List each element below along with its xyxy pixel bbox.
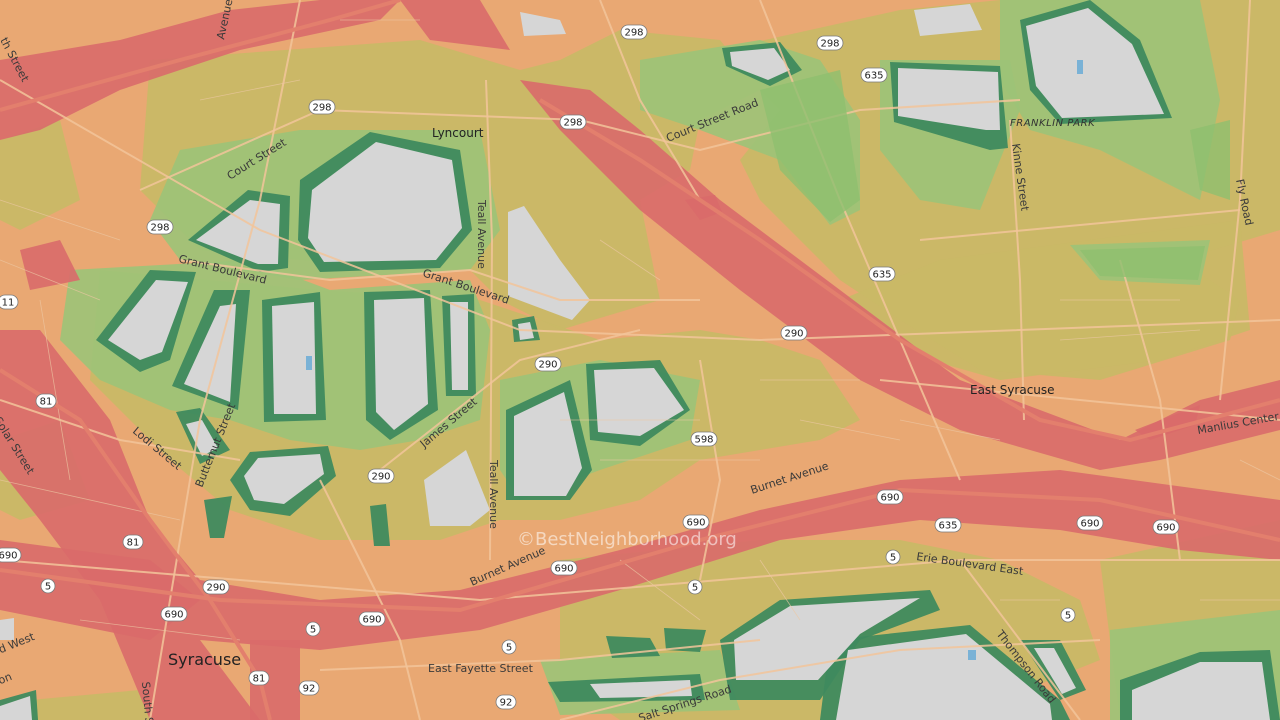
route-shield: 5 [501,639,517,655]
map-canvas[interactable]: Lyncourt East Syracuse Syracuse FRANKLIN PA… [0,0,1280,720]
route-shield-number: 690 [1156,523,1175,534]
route-shield-number: 5 [890,553,896,564]
route-shield: 5 [687,579,703,595]
route-shield: 290 [780,325,808,341]
route-shield: 690 [682,514,710,530]
route-shield: 298 [620,24,648,40]
route-shield-number: 11 [2,298,15,309]
route-shield-number: 290 [206,583,225,594]
route-shield: 5 [305,621,321,637]
route-shield: 635 [860,67,888,83]
route-shield-number: 5 [506,643,512,654]
route-shield-number: 5 [1065,611,1071,622]
route-shield-number: 290 [371,472,390,483]
route-shield-number: 298 [563,118,582,129]
route-shield-number: 5 [45,582,51,593]
route-shield-number: 635 [864,71,883,82]
route-shield-number: 690 [686,518,705,529]
route-shield-number: 81 [253,674,266,685]
route-shield-number: 598 [694,435,713,446]
route-shield-number: 81 [127,538,140,549]
route-shield-number: 690 [164,610,183,621]
route-shield: 690 [160,606,188,622]
route-shield-number: 92 [303,684,316,695]
route-shield: 92 [298,680,320,696]
route-shield-number: 690 [880,493,899,504]
route-shield: 5 [1060,607,1076,623]
route-shield: 81 [35,393,57,409]
route-shield-number: 690 [0,551,18,562]
place-label: Lyncourt [432,126,484,140]
route-shield: 290 [534,356,562,372]
route-shield: 690 [550,560,578,576]
park-label: FRANKLIN PARK [1010,118,1096,129]
watermark-text: ©BestNeighborhood.org [517,529,737,550]
route-shield-number: 5 [692,583,698,594]
route-shield-number: 298 [820,39,839,50]
route-shield-number: 290 [538,360,557,371]
route-shield-number: 690 [362,615,381,626]
route-shield-number: 5 [310,625,316,636]
route-shield: 635 [868,266,896,282]
route-shield: 5 [885,549,901,565]
route-shield-number: 635 [938,521,957,532]
route-shield: 298 [559,114,587,130]
route-shield: 81 [122,534,144,550]
route-shield: 11 [0,294,19,310]
place-label: Syracuse [168,650,241,669]
route-shield-number: 690 [554,564,573,575]
route-shield: 690 [876,489,904,505]
route-shield: 298 [816,35,844,51]
route-shield-number: 298 [624,28,643,39]
route-shield: 298 [308,99,336,115]
route-shield: 81 [248,670,270,686]
route-shield: 635 [934,517,962,533]
road-label: Teall Avenue [475,199,488,269]
road-label: Teall Avenue [487,459,500,529]
route-shield: 290 [367,468,395,484]
route-shield-number: 298 [150,223,169,234]
route-shield: 5 [40,578,56,594]
route-shield-number: 690 [1080,519,1099,530]
route-shield: 92 [495,694,517,710]
place-label: East Syracuse [970,383,1055,397]
route-shield: 690 [1152,519,1180,535]
route-shield-number: 635 [872,270,891,281]
neighborhood-score-map[interactable]: Lyncourt East Syracuse Syracuse FRANKLIN PA… [0,0,1280,720]
route-shield: 690 [1076,515,1104,531]
route-shield-number: 92 [500,698,513,709]
route-shield: 290 [202,579,230,595]
route-shield-number: 290 [784,329,803,340]
route-shield: 598 [690,431,718,447]
route-shield-number: 81 [40,397,53,408]
route-shield: 298 [146,219,174,235]
route-shield-number: 298 [312,103,331,114]
route-shield: 690 [358,611,386,627]
route-shield: 690 [0,547,22,563]
road-label: East Fayette Street [428,662,534,675]
